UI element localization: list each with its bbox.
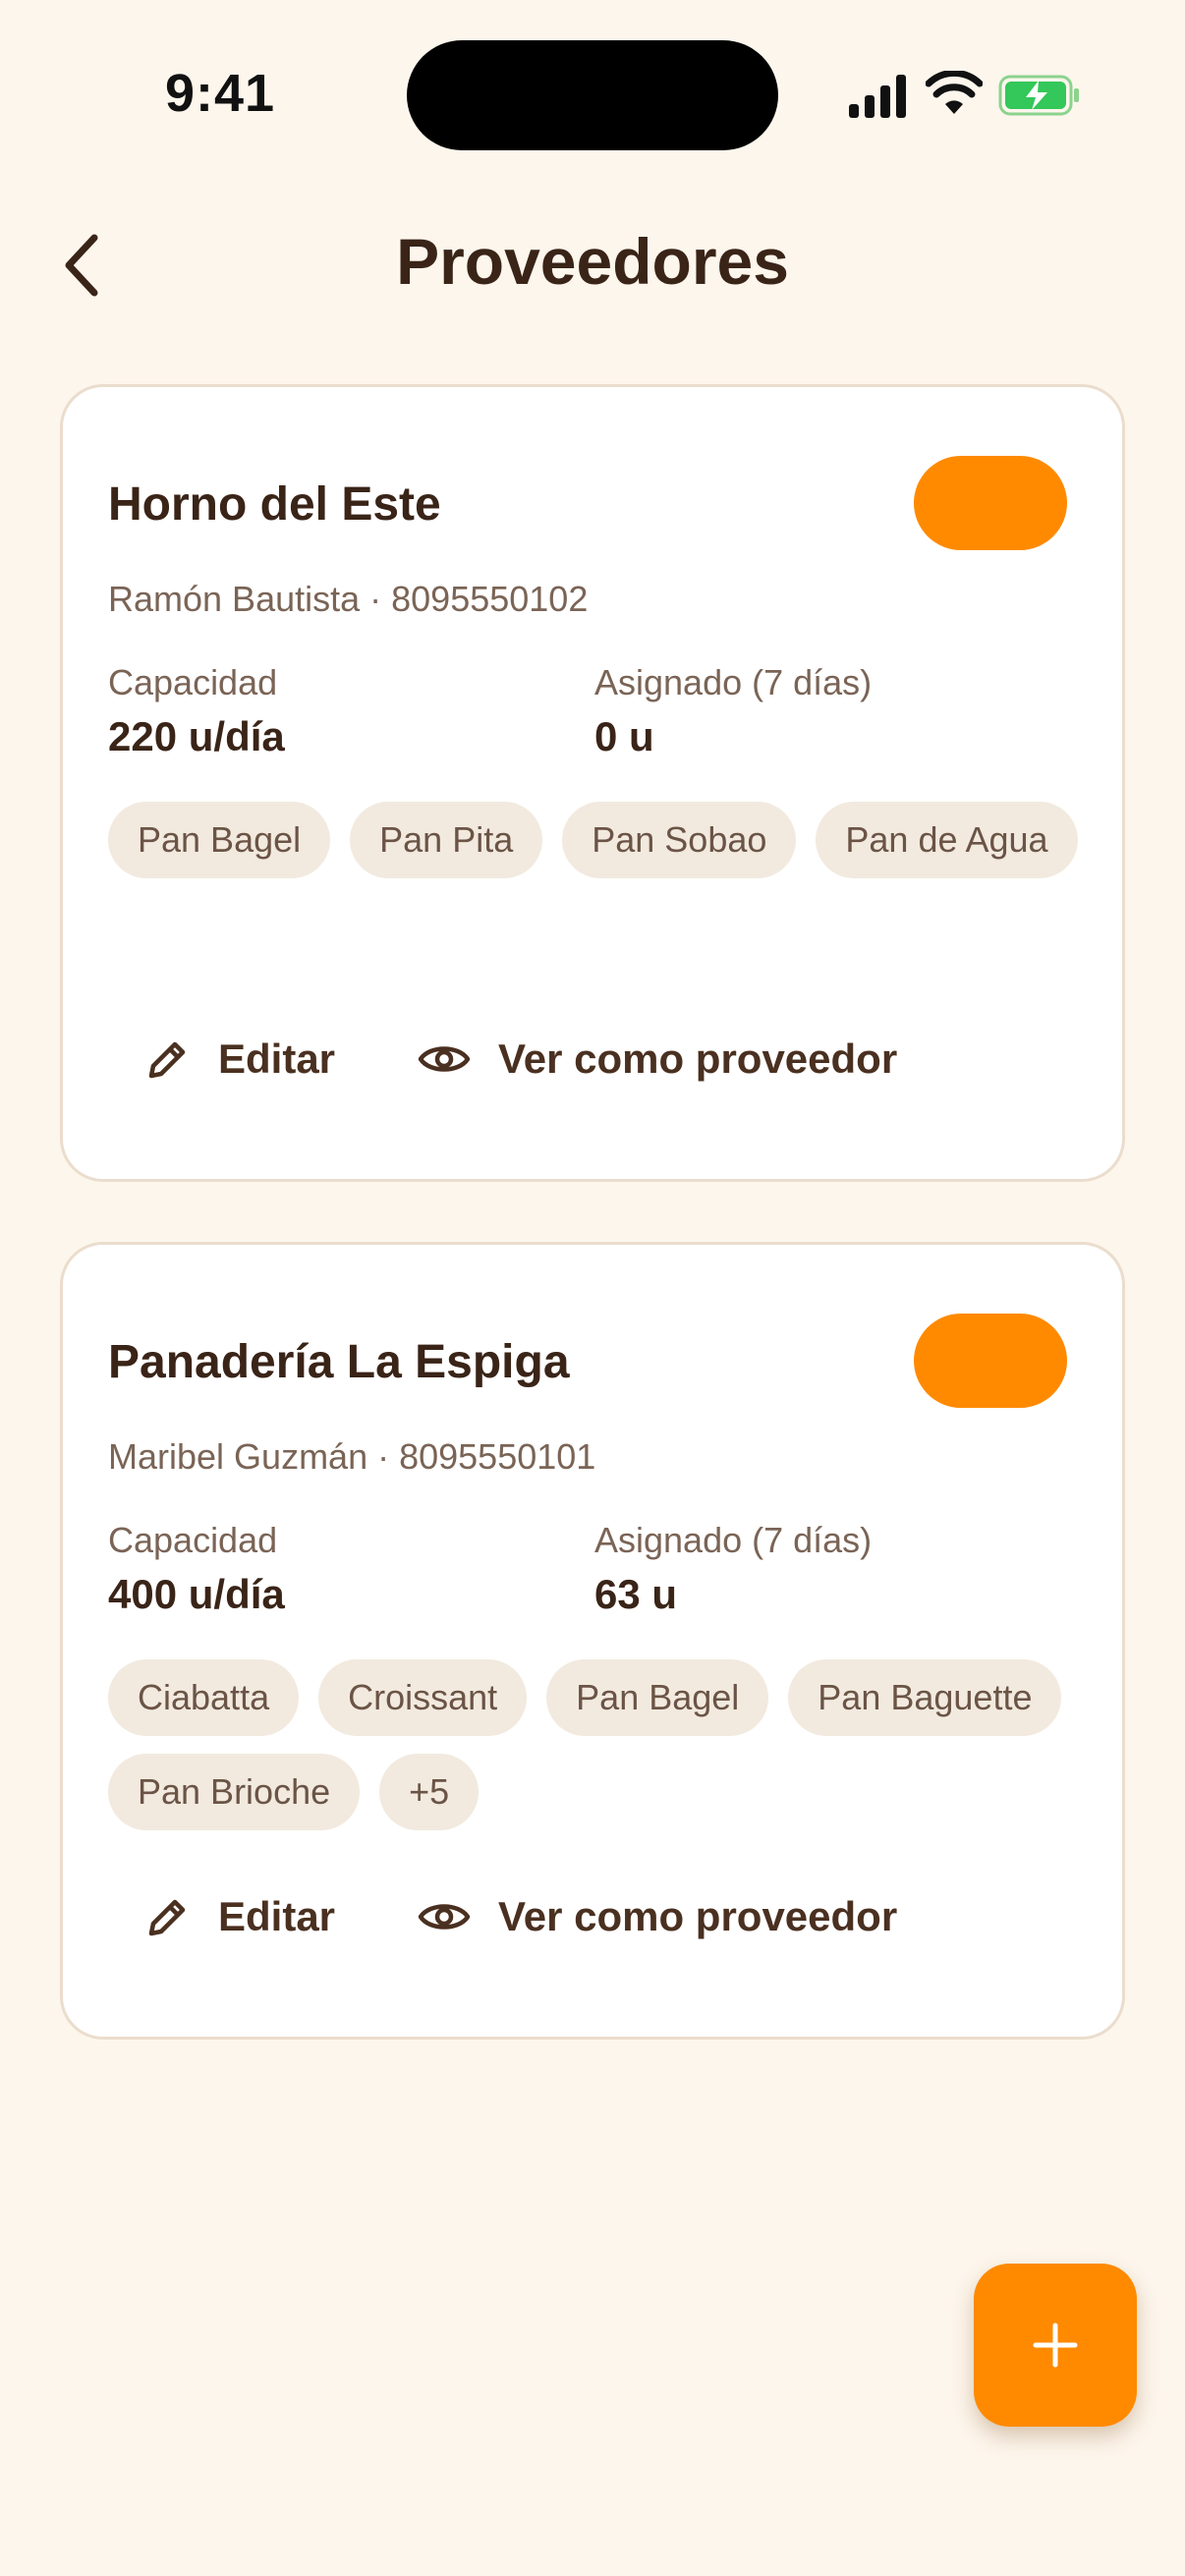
product-chip: Pan de Agua	[816, 802, 1078, 878]
edit-label: Editar	[218, 1893, 336, 1939]
provider-active-toggle[interactable]	[914, 1314, 1067, 1408]
assigned-value: 63 u	[594, 1571, 678, 1617]
assigned-stat: Asignado (7 días) 0 u	[594, 662, 872, 760]
plus-icon	[1033, 2323, 1078, 2368]
view-as-provider-button[interactable]: Ver como proveedor	[418, 1893, 897, 1940]
product-chip: Pan Pita	[350, 802, 543, 878]
provider-contact: Ramón Bautista · 8095550102	[108, 579, 589, 619]
dynamic-island	[407, 40, 778, 150]
capacity-value: 400 u/día	[108, 1571, 285, 1617]
product-chip: Pan Brioche	[108, 1754, 361, 1830]
eye-icon	[418, 1046, 471, 1072]
product-chip: Ciabatta	[108, 1659, 300, 1736]
assigned-stat: Asignado (7 días) 63 u	[594, 1520, 872, 1618]
cellular-signal-icon	[849, 75, 906, 118]
capacity-label: Capacidad	[108, 1520, 278, 1560]
product-chip: Croissant	[318, 1659, 528, 1736]
product-chip: Pan Bagel	[546, 1659, 769, 1736]
provider-card: Panadería La Espiga Maribel Guzmán · 809…	[60, 1242, 1125, 2040]
pencil-icon	[148, 1041, 186, 1079]
provider-name: Horno del Este	[108, 478, 441, 531]
status-time: 9:41	[165, 64, 276, 123]
page-title: Proveedores	[396, 225, 789, 298]
view-as-provider-button[interactable]: Ver como proveedor	[418, 1036, 897, 1083]
product-chip: Pan Bagel	[108, 802, 331, 878]
edit-button[interactable]: Editar	[145, 1036, 335, 1083]
capacity-label: Capacidad	[108, 662, 278, 702]
provider-card: Horno del Este Ramón Bautista · 80955501…	[60, 384, 1125, 1182]
product-chip: Pan Sobao	[562, 802, 797, 878]
product-chip: Pan Baguette	[788, 1659, 1062, 1736]
card-actions: Editar Ver como proveedor	[145, 1036, 897, 1083]
card-actions: Editar Ver como proveedor	[145, 1893, 897, 1940]
providers-screen: 9:41 Proveedores Horno del Este Ramón Ba…	[0, 0, 1185, 2576]
pencil-icon	[148, 1899, 186, 1936]
assigned-label: Asignado (7 días)	[594, 1520, 873, 1560]
add-provider-button[interactable]	[974, 2264, 1137, 2427]
product-chips: Pan Bagel Pan Pita Pan Sobao Pan de Agua	[108, 802, 1081, 878]
battery-charging-icon	[998, 75, 1079, 116]
edit-button[interactable]: Editar	[145, 1893, 335, 1940]
capacity-stat: Capacidad 400 u/día	[108, 1520, 285, 1618]
provider-contact: Maribel Guzmán · 8095550101	[108, 1436, 596, 1477]
wifi-icon	[926, 71, 983, 114]
view-as-provider-label: Ver como proveedor	[498, 1036, 898, 1082]
assigned-value: 0 u	[594, 713, 654, 759]
status-bar: 9:41	[0, 0, 1185, 187]
view-as-provider-label: Ver como proveedor	[498, 1893, 898, 1939]
edit-label: Editar	[218, 1036, 336, 1082]
eye-icon	[418, 1904, 471, 1930]
provider-active-toggle[interactable]	[914, 456, 1067, 550]
capacity-value: 220 u/día	[108, 713, 285, 759]
assigned-label: Asignado (7 días)	[594, 662, 873, 702]
more-products-chip[interactable]: +5	[379, 1754, 480, 1830]
product-chips: Ciabatta Croissant Pan Bagel Pan Baguett…	[108, 1659, 1081, 1830]
capacity-stat: Capacidad 220 u/día	[108, 662, 285, 760]
provider-name: Panadería La Espiga	[108, 1336, 570, 1388]
